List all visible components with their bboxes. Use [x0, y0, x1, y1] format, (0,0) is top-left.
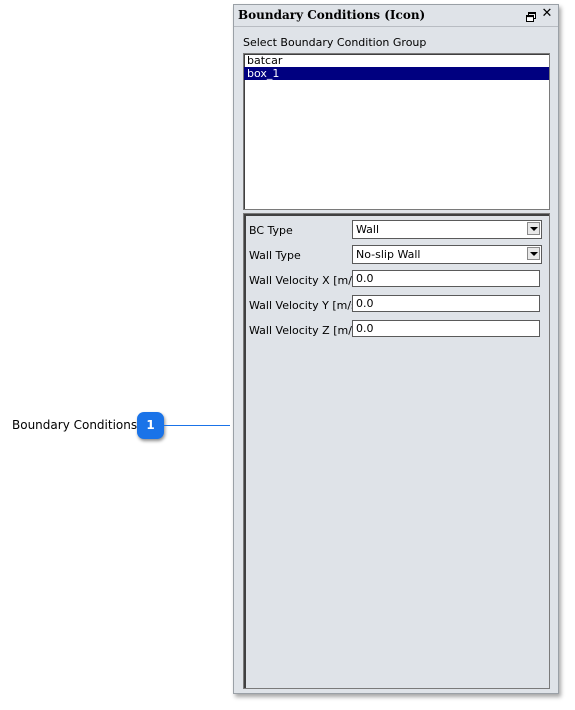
- close-icon[interactable]: ✕: [540, 6, 554, 22]
- wall-velocity-y-row: Wall Velocity Y [m/s]: [244, 295, 549, 315]
- bc-type-label: BC Type: [249, 224, 293, 237]
- boundary-group-list[interactable]: batcar box_1: [243, 53, 550, 210]
- wall-velocity-x-input[interactable]: [352, 270, 540, 287]
- wall-velocity-x-row: Wall Velocity X [m/s]: [244, 270, 549, 290]
- wall-velocity-z-label: Wall Velocity Z [m/s]: [249, 324, 362, 337]
- bc-type-value: Wall: [356, 223, 380, 236]
- bc-type-row: BC Type Wall: [244, 220, 549, 240]
- panel-title: Boundary Conditions (Icon): [238, 8, 426, 22]
- callout-number-badge: 1: [137, 412, 164, 439]
- chevron-down-icon[interactable]: [527, 222, 540, 235]
- properties-area: BC Type Wall Wall Type No-slip Wall Wall…: [243, 213, 550, 689]
- bc-type-select[interactable]: Wall: [352, 220, 542, 239]
- wall-velocity-x-label: Wall Velocity X [m/s]: [249, 274, 362, 287]
- boundary-conditions-panel: Boundary Conditions (Icon) ✕ Select Boun…: [233, 4, 559, 694]
- chevron-down-icon[interactable]: [527, 247, 540, 260]
- float-window-icon[interactable]: [525, 8, 537, 22]
- callout-label: Boundary Conditions: [12, 418, 138, 432]
- group-select-label: Select Boundary Condition Group: [243, 36, 427, 49]
- wall-velocity-y-input[interactable]: [352, 295, 540, 312]
- wall-type-value: No-slip Wall: [356, 248, 421, 261]
- wall-velocity-y-label: Wall Velocity Y [m/s]: [249, 299, 362, 312]
- wall-velocity-z-input[interactable]: [352, 320, 540, 337]
- list-item-box-1[interactable]: box_1: [244, 67, 549, 80]
- callout-connector-line: [164, 425, 230, 426]
- wall-type-select[interactable]: No-slip Wall: [352, 245, 542, 264]
- list-item-batcar[interactable]: batcar: [244, 54, 549, 67]
- wall-type-label: Wall Type: [249, 249, 301, 262]
- wall-type-row: Wall Type No-slip Wall: [244, 245, 549, 265]
- panel-titlebar[interactable]: Boundary Conditions (Icon) ✕: [234, 5, 558, 27]
- wall-velocity-z-row: Wall Velocity Z [m/s]: [244, 320, 549, 340]
